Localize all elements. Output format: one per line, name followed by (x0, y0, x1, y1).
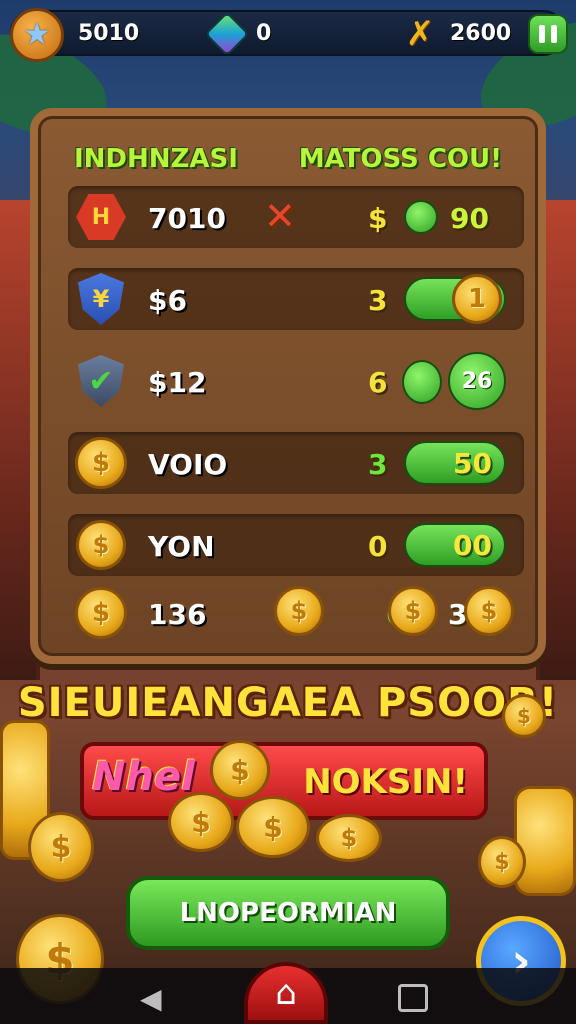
row-quantity: 3 (368, 284, 388, 317)
row-label: $6 (148, 284, 187, 317)
coin-icon: $ (388, 586, 438, 636)
board-title-right: MATOSS COU! (298, 144, 502, 174)
coin-icon: $ (316, 814, 382, 862)
coin-icon: $ (236, 796, 310, 858)
coin-icon: $ (478, 836, 526, 888)
reward-row[interactable]: H 7010 ✕ $ 90 (68, 186, 524, 248)
gems-counter: 0 (256, 21, 272, 46)
system-nav-bar: ◀ ⌂ (0, 962, 576, 1024)
rewards-board: INDHNZASI MATOSS COU! H 7010 ✕ $ 90 ¥ $6… (30, 108, 546, 664)
reward-row[interactable]: ¥ $6 3 0 1 (68, 268, 524, 330)
check-shield-icon: ✔ (74, 354, 128, 408)
coins-icon: $ (74, 518, 128, 572)
reward-row[interactable]: $ VOIO 3 50 (68, 432, 524, 494)
promo-headline: SIEUIEANGAEA PSOOR! (17, 680, 559, 726)
row-label: $12 (148, 366, 207, 399)
recent-apps-icon[interactable] (398, 984, 428, 1012)
coin-icon: $ (464, 586, 514, 636)
coin-icon: $ (74, 586, 128, 640)
pause-button[interactable] (528, 14, 568, 54)
row-value: 90 (450, 202, 489, 235)
star-icon[interactable]: ★ (10, 8, 64, 62)
cross-icon: ✕ (264, 194, 296, 238)
row-quantity: 3 (368, 448, 388, 481)
banner-right-text: NOKSIN! (303, 762, 468, 802)
reward-row[interactable]: ✔ $12 6 26 (68, 350, 524, 412)
coin-icon: $ (168, 792, 234, 852)
row-label: YON (148, 530, 215, 563)
shield-icon: ¥ (74, 272, 128, 326)
claim-pill-button[interactable]: 50 (404, 441, 506, 485)
coin-icon: 1 (452, 274, 502, 324)
gem-icon[interactable] (204, 11, 250, 57)
board-title-left: INDHNZASI (74, 144, 238, 174)
row-label: 136 (148, 598, 207, 631)
hexagon-badge-icon: H (74, 190, 128, 244)
stars-counter: 5010 (78, 21, 140, 46)
coin-icon: $ (274, 586, 324, 636)
ticket-icon[interactable]: ✗ (398, 12, 442, 56)
green-orb-icon (404, 200, 438, 234)
claim-pill-button[interactable]: 00 (404, 523, 506, 567)
coin-icon: $ (28, 812, 94, 882)
primary-action-button[interactable]: LNOPEORMIAN (126, 876, 450, 950)
row-label: 7010 (148, 202, 226, 235)
tickets-counter: 2600 (450, 21, 512, 46)
back-icon[interactable]: ◀ (140, 982, 162, 1015)
resource-bar: ★ 5010 0 ✗ 2600 (10, 8, 568, 62)
reward-row[interactable]: $ YON 0 00 (68, 514, 524, 576)
row-quantity: 0 (368, 530, 388, 563)
coin-icon: $ (502, 694, 546, 738)
row-quantity: 6 (368, 366, 388, 399)
green-orb-icon (402, 360, 442, 404)
coin-icon: $ (210, 740, 270, 800)
count-badge[interactable]: 26 (448, 352, 506, 410)
home-icon[interactable]: ⌂ (244, 962, 328, 1024)
coin-icon: $ (74, 436, 128, 490)
row-quantity: $ (368, 202, 388, 235)
banner-left-text: Nhel (92, 754, 195, 800)
coin-stack-icon (514, 786, 576, 896)
reward-row[interactable]: $ 136 $ 6 $ 3 $ (68, 582, 524, 644)
row-label: VOIO (148, 448, 228, 481)
